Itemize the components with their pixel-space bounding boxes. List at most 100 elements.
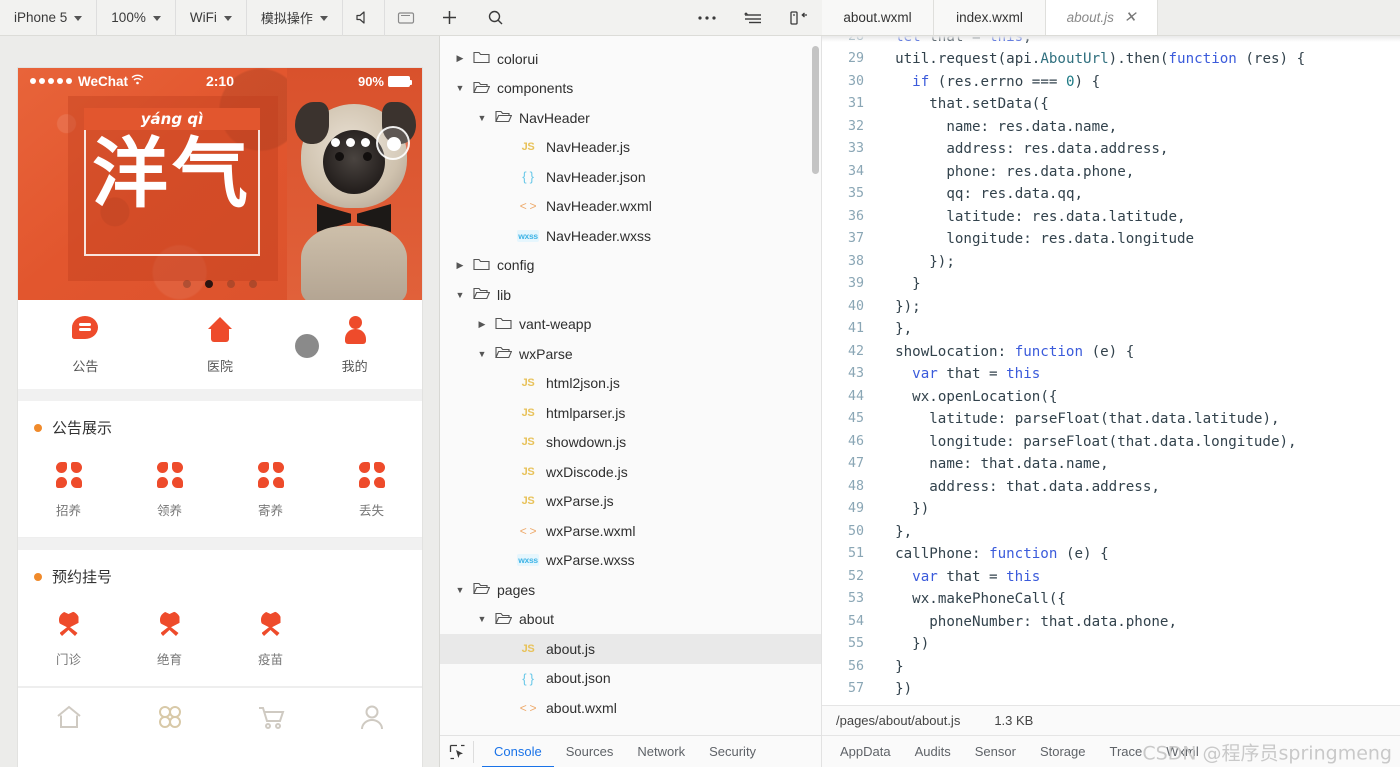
code-line[interactable]: 33 address: res.data.address, bbox=[822, 138, 1400, 161]
grid-item-menzhen[interactable]: 门诊 bbox=[18, 611, 119, 668]
code-line[interactable]: 48 address: that.data.address, bbox=[822, 476, 1400, 499]
code-line[interactable]: 29 util.request(api.AboutUrl).then(funct… bbox=[822, 48, 1400, 71]
grid-item-lingyang[interactable]: 领养 bbox=[119, 462, 220, 519]
tree-folder-row[interactable]: ▶ config bbox=[440, 251, 821, 281]
tree-folder-row[interactable]: ▶ colorui bbox=[440, 44, 821, 74]
code-line[interactable]: 52 var that = this bbox=[822, 566, 1400, 589]
code-line[interactable]: 41 }, bbox=[822, 318, 1400, 341]
device-selector[interactable]: iPhone 5 bbox=[0, 0, 98, 36]
code-line[interactable]: 47 name: that.data.name, bbox=[822, 453, 1400, 476]
code-line[interactable]: 32 name: res.data.name, bbox=[822, 116, 1400, 139]
code-line[interactable]: 43 var that = this bbox=[822, 363, 1400, 386]
devtools-tab-network[interactable]: Network bbox=[625, 736, 697, 767]
editor-tab-about-wxml[interactable]: about.wxml bbox=[822, 0, 934, 35]
more-icon[interactable] bbox=[684, 0, 730, 36]
tree-file-row[interactable]: < > wxParse.wxml bbox=[440, 516, 821, 546]
code-line[interactable]: 37 longitude: res.data.longitude bbox=[822, 228, 1400, 251]
code-line[interactable]: 46 longitude: parseFloat(that.data.longi… bbox=[822, 431, 1400, 454]
code-line[interactable]: 57 }) bbox=[822, 678, 1400, 701]
chevron-down-icon[interactable]: ▼ bbox=[454, 290, 466, 300]
chevron-down-icon[interactable]: ▼ bbox=[476, 349, 488, 359]
carousel-dot[interactable] bbox=[183, 280, 191, 288]
tree-folder-row[interactable]: ▼ about bbox=[440, 605, 821, 635]
network-selector[interactable]: WiFi bbox=[176, 0, 247, 36]
carousel-dot[interactable] bbox=[227, 280, 235, 288]
tabbar-item-grid[interactable] bbox=[119, 698, 220, 736]
tree-folder-row[interactable]: ▼ wxParse bbox=[440, 339, 821, 369]
file-tree-scrollbar[interactable] bbox=[812, 46, 819, 174]
code-line[interactable]: 31 that.setData({ bbox=[822, 93, 1400, 116]
carousel-dot-active[interactable] bbox=[205, 280, 213, 288]
tabbar-item-home[interactable] bbox=[18, 698, 119, 736]
tree-file-row[interactable]: < > NavHeader.wxml bbox=[440, 192, 821, 222]
quick-link-hospital[interactable]: 医院 bbox=[153, 316, 288, 375]
editor-tab-about-js[interactable]: about.js ✕ bbox=[1046, 0, 1158, 35]
file-tree[interactable]: ▶ colorui ▼ components ▼ NavHeader JS NavHeader… bbox=[440, 36, 821, 735]
zoom-selector[interactable]: 100% bbox=[97, 0, 176, 36]
tree-file-row[interactable]: < > about.wxml bbox=[440, 693, 821, 723]
grid-item-diushi[interactable]: 丢失 bbox=[321, 462, 422, 519]
code-line[interactable]: 42 showLocation: function (e) { bbox=[822, 341, 1400, 364]
element-picker-icon[interactable] bbox=[448, 740, 474, 763]
code-line[interactable]: 50 }, bbox=[822, 521, 1400, 544]
devtools-tab-trace[interactable]: Trace bbox=[1097, 736, 1154, 767]
add-button[interactable] bbox=[427, 0, 473, 36]
tree-folder-row[interactable]: ▼ NavHeader bbox=[440, 103, 821, 133]
grid-item-zhaoyang[interactable]: 招养 bbox=[18, 462, 119, 519]
chevron-right-icon[interactable]: ▶ bbox=[476, 319, 488, 330]
tree-file-row[interactable]: JS htmlparser.js bbox=[440, 398, 821, 428]
tree-folder-row[interactable]: ▼ lib bbox=[440, 280, 821, 310]
quick-link-profile[interactable]: 我的 bbox=[287, 316, 422, 375]
tree-file-row[interactable]: JS about.js bbox=[440, 634, 821, 664]
devtools-tab-sources[interactable]: Sources bbox=[554, 736, 626, 767]
devtools-tab-sensor[interactable]: Sensor bbox=[963, 736, 1028, 767]
tree-file-row[interactable]: JS wxDiscode.js bbox=[440, 457, 821, 487]
screen-icon[interactable] bbox=[385, 0, 427, 36]
code-line[interactable]: 44 wx.openLocation({ bbox=[822, 386, 1400, 409]
quick-link-announcement[interactable]: 公告 bbox=[18, 316, 153, 375]
code-line[interactable]: 38 }); bbox=[822, 251, 1400, 274]
grid-item-jueyu[interactable]: 绝育 bbox=[119, 611, 220, 668]
devtools-tab-storage[interactable]: Storage bbox=[1028, 736, 1098, 767]
code-line[interactable]: 54 phoneNumber: that.data.phone, bbox=[822, 611, 1400, 634]
outline-icon[interactable] bbox=[730, 0, 776, 36]
code-line[interactable]: 30 if (res.errno === 0) { bbox=[822, 71, 1400, 94]
chevron-down-icon[interactable]: ▼ bbox=[476, 614, 488, 624]
code-line[interactable]: 56 } bbox=[822, 656, 1400, 679]
chevron-right-icon[interactable]: ▶ bbox=[454, 53, 466, 64]
carousel-dots[interactable] bbox=[18, 280, 422, 288]
chevron-down-icon[interactable]: ▼ bbox=[454, 83, 466, 93]
simulate-action-selector[interactable]: 模拟操作 bbox=[247, 0, 343, 36]
code-line[interactable]: 49 }) bbox=[822, 498, 1400, 521]
code-line[interactable]: 45 latitude: parseFloat(that.data.latitu… bbox=[822, 408, 1400, 431]
tree-file-row[interactable]: wxss wxParse.wxss bbox=[440, 546, 821, 576]
chevron-down-icon[interactable]: ▼ bbox=[476, 113, 488, 123]
chevron-down-icon[interactable]: ▼ bbox=[454, 585, 466, 595]
search-icon[interactable] bbox=[473, 0, 519, 36]
code-line[interactable]: 51 callPhone: function (e) { bbox=[822, 543, 1400, 566]
devtools-tab-wxml[interactable]: Wxml bbox=[1154, 736, 1211, 767]
grid-item-yimiao[interactable]: 疫苗 bbox=[220, 611, 321, 668]
chevron-right-icon[interactable]: ▶ bbox=[454, 260, 466, 271]
code-editor[interactable]: 28 let that = this;29 util.request(api.A… bbox=[822, 36, 1400, 705]
home-banner[interactable]: WeChat 2:10 90% yáng qì 洋气 bbox=[18, 68, 422, 300]
devtools-tab-security[interactable]: Security bbox=[697, 736, 768, 767]
tabbar-item-cart[interactable] bbox=[220, 698, 321, 736]
tree-file-row[interactable]: JS wxParse.js bbox=[440, 487, 821, 517]
tree-file-row[interactable]: { } about.json bbox=[440, 664, 821, 694]
tree-file-row[interactable]: { } NavHeader.json bbox=[440, 162, 821, 192]
close-icon[interactable]: ✕ bbox=[1124, 10, 1137, 25]
tree-file-row[interactable]: JS showdown.js bbox=[440, 428, 821, 458]
code-line[interactable]: 53 wx.makePhoneCall({ bbox=[822, 588, 1400, 611]
layout-toggle-icon[interactable] bbox=[776, 0, 822, 36]
code-line[interactable]: 39 } bbox=[822, 273, 1400, 296]
code-line[interactable]: 35 qq: res.data.qq, bbox=[822, 183, 1400, 206]
grid-item-jiyang[interactable]: 寄养 bbox=[220, 462, 321, 519]
tabbar-item-profile[interactable] bbox=[321, 698, 422, 736]
tree-folder-row[interactable]: ▼ pages bbox=[440, 575, 821, 605]
devtools-tab-console[interactable]: Console bbox=[482, 736, 554, 767]
code-line[interactable]: 40 }); bbox=[822, 296, 1400, 319]
tree-folder-row[interactable]: ▼ components bbox=[440, 74, 821, 104]
carousel-dot[interactable] bbox=[249, 280, 257, 288]
tree-file-row[interactable]: JS html2json.js bbox=[440, 369, 821, 399]
